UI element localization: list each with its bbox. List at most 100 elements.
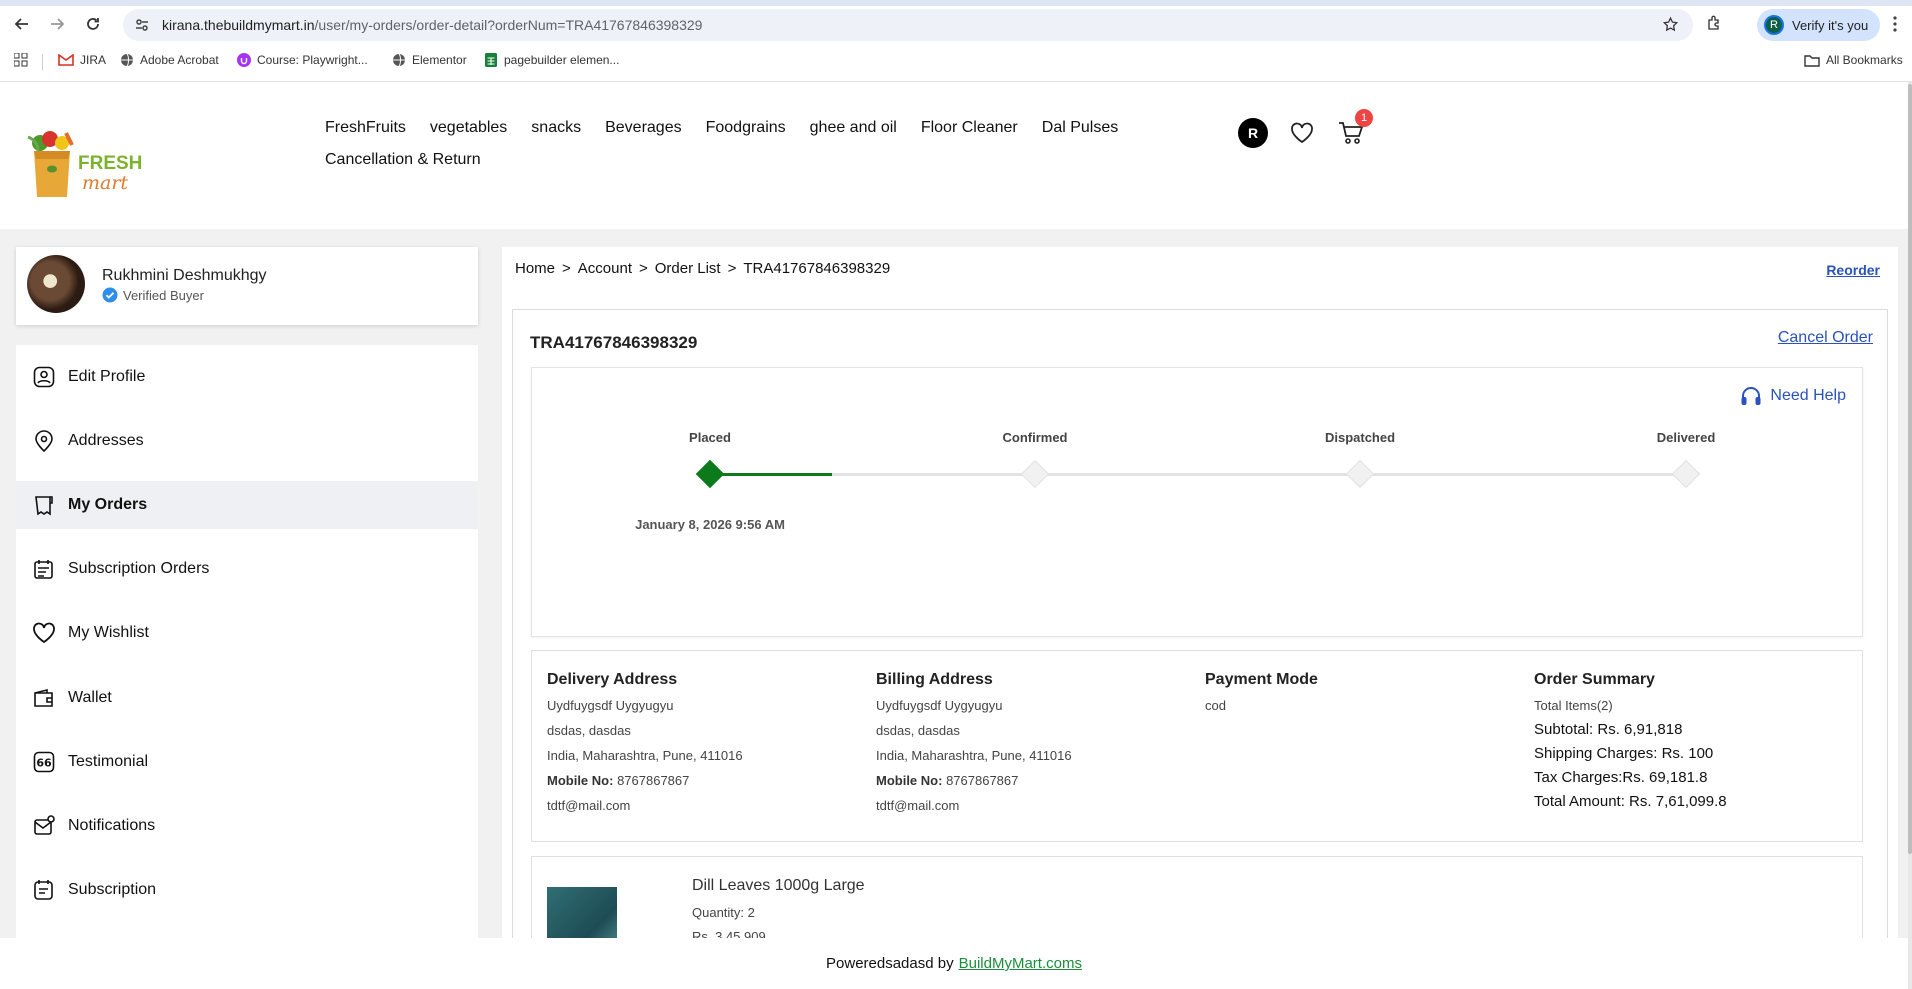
sidebar-item-my-wishlist[interactable]: My Wishlist (16, 609, 478, 657)
menu-ghee-and-oil[interactable]: ghee and oil (810, 119, 897, 137)
apps-grid-icon[interactable] (14, 53, 28, 67)
sidebar-item-label: My Orders (68, 496, 148, 513)
menu-dal-pulses[interactable]: Dal Pulses (1042, 119, 1118, 137)
delivery-email: tdtf@mail.com (547, 798, 631, 813)
order-card: TRA41767846398329 Cancel Order Need Help… (512, 309, 1888, 976)
cart-count-badge: 1 (1355, 109, 1373, 127)
sidebar-item-addresses[interactable]: Addresses (16, 417, 478, 465)
location-pin-icon (30, 430, 58, 452)
user-account-button[interactable]: R (1238, 118, 1268, 148)
bookmark-jira[interactable]: JIRA (58, 53, 106, 67)
bookmark-label: JIRA (80, 53, 107, 67)
sidebar-item-label: Addresses (68, 432, 144, 449)
sidebar-item-notifications[interactable]: Notifications (16, 802, 478, 850)
all-bookmarks-button[interactable]: All Bookmarks (1804, 53, 1903, 67)
payment-mode-value: cod (1205, 698, 1226, 713)
sidebar-item-testimonial[interactable]: 66 Testimonial (16, 738, 478, 786)
sidebar-item-label: My Wishlist (68, 624, 149, 641)
breadcrumb-separator: > (562, 260, 571, 277)
extensions-icon[interactable] (1706, 14, 1724, 32)
sidebar-item-label: Testimonial (68, 753, 149, 770)
menu-vegetables[interactable]: vegetables (430, 119, 507, 137)
sidebar-item-label: Subscription Orders (68, 560, 210, 577)
cart-button[interactable]: 1 (1338, 109, 1373, 145)
billing-name: Uydfuygsdf Uygyugyu (876, 698, 1003, 713)
verified-status: Verified Buyer (102, 287, 204, 303)
order-number: TRA41767846398329 (530, 333, 698, 352)
mobile-value: 8767867867 (946, 773, 1019, 788)
browser-chrome: kirana.thebuildmymart.in/user/my-orders/… (0, 0, 1912, 82)
breadcrumb-order-list[interactable]: Order List (655, 260, 721, 277)
account-sidebar-menu: Edit Profile Addresses My Orders Subscri… (16, 345, 478, 939)
stage-marker-dispatched (1345, 459, 1375, 489)
reorder-link[interactable]: Reorder (1826, 262, 1880, 278)
site-header: FRESH mart FreshFruits vegetables snacks… (0, 82, 1908, 229)
profile-avatar-icon: R (1764, 15, 1784, 35)
payment-mode-title: Payment Mode (1205, 671, 1318, 688)
browser-menu-icon[interactable] (1893, 16, 1897, 32)
folder-icon (1804, 54, 1820, 67)
bookmark-adobe-acrobat[interactable]: Adobe Acrobat (120, 53, 219, 67)
bookmark-elementor[interactable]: Elementor (392, 53, 467, 67)
sidebar-item-my-orders[interactable]: My Orders (16, 481, 478, 529)
breadcrumb-separator: > (727, 260, 737, 277)
bookmark-label: Adobe Acrobat (140, 53, 219, 67)
product-name[interactable]: Dill Leaves 1000g Large (692, 877, 865, 895)
breadcrumb-separator: > (638, 260, 648, 277)
fresh-mart-logo[interactable]: FRESH mart (22, 129, 152, 199)
quote-icon: 66 (30, 751, 58, 773)
progress-fill (710, 473, 832, 476)
profile-name: Rukhmini Deshmukhgy (102, 267, 267, 284)
sidebar-item-edit-profile[interactable]: Edit Profile (16, 353, 478, 401)
verified-check-icon (102, 287, 118, 303)
gmail-icon (58, 54, 74, 66)
menu-cancellation-return[interactable]: Cancellation & Return (325, 151, 481, 169)
stage-marker-placed (695, 459, 725, 489)
menu-snacks[interactable]: snacks (531, 119, 581, 137)
avatar[interactable] (27, 255, 85, 313)
sidebar-item-label: Wallet (68, 689, 112, 706)
footer-link[interactable]: BuildMyMart.coms (959, 955, 1082, 972)
bookmark-course-playwright[interactable]: Course: Playwright... (237, 53, 368, 67)
site-settings-icon[interactable] (134, 17, 150, 33)
sidebar-item-subscription[interactable]: Subscription (16, 866, 478, 914)
delivery-mobile: Mobile No: 8767867867 (547, 768, 743, 793)
breadcrumb-account[interactable]: Account (578, 260, 632, 277)
bookmark-pagebuilder[interactable]: pagebuilder elemen... (484, 53, 619, 67)
orders-icon (30, 493, 58, 517)
billing-mobile: Mobile No: 8767867867 (876, 768, 1072, 793)
breadcrumb-home[interactable]: Home (515, 260, 555, 277)
billing-address-title: Billing Address (876, 671, 993, 688)
sidebar-item-wallet[interactable]: Wallet (16, 674, 478, 722)
back-arrow-icon[interactable] (6, 8, 38, 40)
page-scrollbar[interactable] (1908, 82, 1912, 989)
billing-address: Billing Address Uydfuygsdf Uygyugyu dsda… (876, 667, 1072, 818)
forward-arrow-icon[interactable] (41, 8, 73, 40)
stage-label-dispatched: Dispatched (1324, 430, 1396, 445)
footer-text: Poweredsadasd by (826, 955, 954, 972)
menu-floor-cleaner[interactable]: Floor Cleaner (921, 119, 1018, 137)
sidebar-item-subscription-orders[interactable]: Subscription Orders (16, 545, 478, 593)
url-path: /user/my-orders/order-detail?orderNum=TR… (314, 17, 703, 33)
breadcrumb: Home > Account > Order List > TRA4176784639832… (515, 260, 890, 277)
wishlist-heart-icon[interactable] (1290, 122, 1314, 144)
globe-icon (121, 53, 133, 67)
menu-beverages[interactable]: Beverages (605, 119, 682, 137)
menu-freshfruits[interactable]: FreshFruits (325, 119, 406, 137)
reload-icon[interactable] (77, 8, 109, 40)
udemy-icon (237, 53, 251, 67)
scrollbar-thumb[interactable] (1908, 84, 1912, 854)
cancel-order-link[interactable]: Cancel Order (1778, 329, 1873, 347)
delivery-line1: dsdas, dasdas (547, 723, 631, 738)
browser-toolbar: kirana.thebuildmymart.in/user/my-orders/… (0, 6, 1912, 42)
delivery-line2: India, Maharashtra, Pune, 411016 (547, 748, 743, 763)
summary-total-items: Total Items(2) (1534, 698, 1613, 713)
order-status-tracker: Need Help Placed Confirmed Dispatched De… (531, 367, 1863, 637)
product-quantity: Quantity: 2 (692, 905, 755, 920)
bookmark-star-icon[interactable] (1662, 16, 1679, 33)
sidebar-item-label: Subscription (68, 881, 157, 898)
verify-identity-button[interactable]: R Verify it's you (1757, 9, 1880, 41)
menu-foodgrains[interactable]: Foodgrains (706, 119, 786, 137)
address-bar[interactable]: kirana.thebuildmymart.in/user/my-orders/… (123, 9, 1693, 41)
need-help-button[interactable]: Need Help (1740, 386, 1846, 406)
